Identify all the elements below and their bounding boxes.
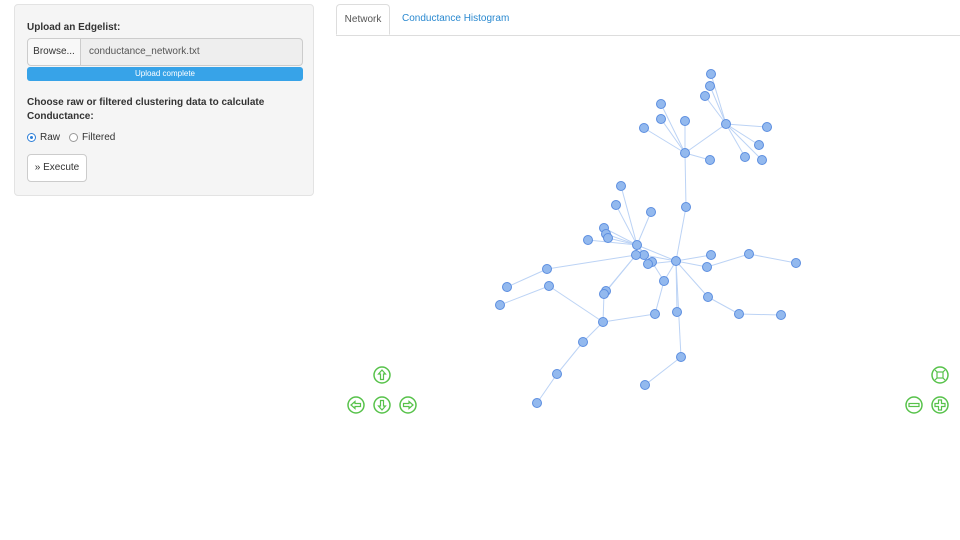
network-node[interactable] [700,91,710,101]
network-node[interactable] [583,235,593,245]
network-node[interactable] [643,259,653,269]
network-edge [654,280,665,315]
network-node[interactable] [659,276,669,286]
network-edge [725,123,760,146]
network-node[interactable] [495,300,505,310]
network-node[interactable] [599,289,609,299]
network-node[interactable] [705,81,715,91]
network-edge [602,313,656,323]
network-node[interactable] [532,398,542,408]
network-node[interactable] [656,114,666,124]
network-node[interactable] [578,337,588,347]
network-node[interactable] [671,256,681,266]
network-edge [709,85,727,125]
network-node[interactable] [680,148,690,158]
network-node[interactable] [542,264,552,274]
network-node[interactable] [702,262,712,272]
network-node[interactable] [791,258,801,268]
network-node[interactable] [632,240,642,250]
network-edge [707,296,740,315]
network-node[interactable] [650,309,660,319]
network-node[interactable] [762,122,772,132]
network-node[interactable] [681,202,691,212]
network-edge [738,313,782,316]
network-node[interactable] [734,309,744,319]
network-edge [506,268,548,288]
arrow-right-icon[interactable] [399,396,417,414]
network-edge [548,285,604,323]
zoom-extent-icon[interactable] [931,366,949,384]
network-node[interactable] [721,119,731,129]
network-edge [675,254,712,262]
network-node[interactable] [640,380,650,390]
network-node[interactable] [706,69,716,79]
network-node[interactable] [705,155,715,165]
network-edge [675,206,687,262]
network-edge [556,341,584,375]
network-node[interactable] [744,249,754,259]
network-node[interactable] [646,207,656,217]
network-node[interactable] [656,99,666,109]
network-node[interactable] [639,123,649,133]
network-edge [546,254,637,270]
network-node[interactable] [611,200,621,210]
network-node[interactable] [672,307,682,317]
arrow-down-icon[interactable] [373,396,391,414]
arrow-up-icon[interactable] [373,366,391,384]
network-node[interactable] [603,233,613,243]
network-node[interactable] [703,292,713,302]
network-edge [636,211,652,246]
zoom-out-icon[interactable] [905,396,923,414]
network-edge [536,373,558,404]
network-edge [684,152,687,208]
zoom-in-icon[interactable] [931,396,949,414]
network-node[interactable] [740,152,750,162]
network-node[interactable] [776,310,786,320]
network-nodes [495,69,801,408]
network-node[interactable] [676,352,686,362]
network-node[interactable] [552,369,562,379]
network-node[interactable] [544,281,554,291]
network-node[interactable] [616,181,626,191]
network-node[interactable] [754,140,764,150]
network-edge [710,73,727,125]
network-edges [499,73,797,404]
network-node[interactable] [706,250,716,260]
network-node[interactable] [757,155,767,165]
network-node[interactable] [631,250,641,260]
network-edge [725,123,768,128]
network-node[interactable] [680,116,690,126]
network-edge [684,123,727,154]
network-edge [644,356,682,386]
network-graph[interactable] [0,0,960,540]
network-edge [620,185,638,246]
arrow-left-icon[interactable] [347,396,365,414]
network-node[interactable] [598,317,608,327]
network-node[interactable] [502,282,512,292]
network-edge [748,253,797,264]
